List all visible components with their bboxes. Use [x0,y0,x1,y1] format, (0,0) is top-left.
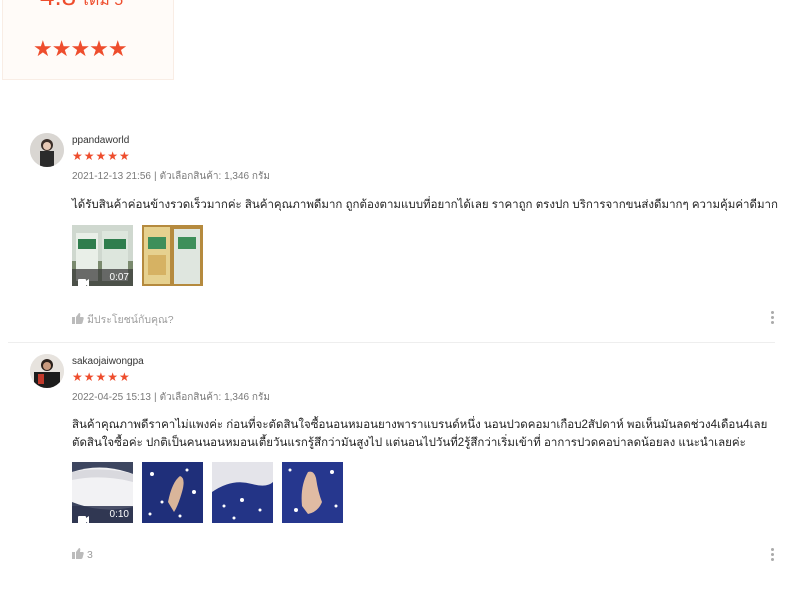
review-text-line: ตัดสินใจซื้อค่ะ ปกติเป็นคนนอนหมอนเตี้ยวั… [72,437,746,449]
review-date: 2021-12-13 21:56 [72,171,151,182]
avatar[interactable] [30,133,64,167]
review-username[interactable]: ppandaworld [72,135,129,146]
video-duration: 0:10 [109,509,129,520]
review-meta: 2022-04-25 15:13 | ตัวเลือกสินค้า: 1,346 ก… [72,392,270,403]
more-vertical-icon[interactable] [771,311,775,327]
review-date: 2022-04-25 15:13 [72,392,151,403]
review-username[interactable]: sakaojaiwongpa [72,356,144,367]
rating-score-unit: เต็ม 5 [83,0,124,9]
helpful-button[interactable]: 3 [72,548,93,562]
review-media: 0:07 [72,225,203,286]
review-video-thumb[interactable]: 0:10 [72,462,133,523]
avatar[interactable] [30,354,64,388]
review-divider [8,342,775,343]
rating-score: 4.8 เต็ม 5 [40,0,123,16]
review-photo-thumb[interactable] [142,462,203,523]
review-photo-thumb[interactable] [282,462,343,523]
review-stars: ★★★★★ [72,370,131,384]
review-text: ได้รับสินค้าค่อนข้างรวดเร็วมากค่ะ สินค้า… [72,199,778,211]
review-variation: ตัวเลือกสินค้า: 1,346 กรัม [159,171,270,182]
review-video-thumb[interactable]: 0:07 [72,225,133,286]
rating-stars: ★★★★★ [33,36,128,61]
review-text: สินค้าคุณภาพดีราคาไม่แพงค่ะ ก่อนที่จะตัด… [72,416,792,452]
helpful-count: 3 [87,549,93,561]
review-text-line: สินค้าคุณภาพดีราคาไม่แพงค่ะ ก่อนที่จะตัด… [72,419,768,431]
rating-summary: 4.8 เต็ม 5 ★★★★★ [2,0,174,80]
video-camera-icon [78,511,89,523]
video-duration: 0:07 [109,272,129,283]
review-variation: ตัวเลือกสินค้า: 1,346 กรัม [159,392,270,403]
thumbs-up-icon [72,548,84,562]
video-camera-icon [78,274,89,286]
helpful-button[interactable]: มีประโยชน์กับคุณ? [72,311,174,328]
review-item: sakaojaiwongpa ★★★★★ 2022-04-25 15:13 | ตั… [30,354,775,574]
review-media: 0:10 [72,462,343,523]
review-meta: 2021-12-13 21:56 | ตัวเลือกสินค้า: 1,346 ก… [72,171,270,182]
rating-score-value: 4.8 [40,0,76,11]
review-stars: ★★★★★ [72,149,131,163]
thumbs-up-icon [72,312,84,327]
review-item: ppandaworld ★★★★★ 2021-12-13 21:56 | ตัวเล… [8,133,778,343]
review-photo-thumb[interactable] [142,225,203,286]
review-photo-thumb[interactable] [212,462,273,523]
more-vertical-icon[interactable] [771,548,775,564]
helpful-label: มีประโยชน์กับคุณ? [87,314,174,326]
